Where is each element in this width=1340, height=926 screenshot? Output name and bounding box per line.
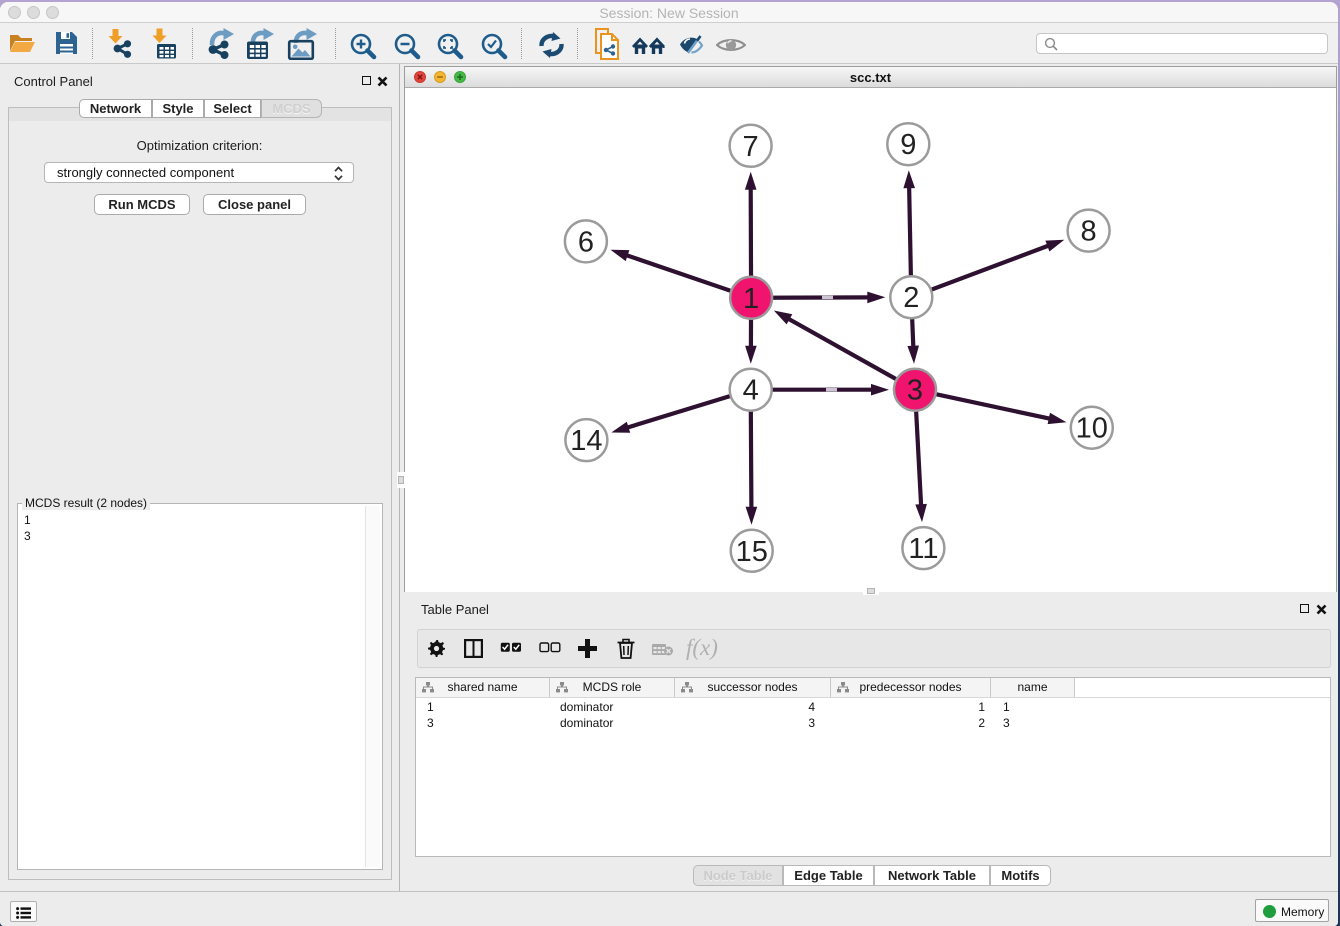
svg-text:4: 4 — [743, 375, 759, 407]
svg-text:1: 1 — [743, 283, 759, 315]
svg-text:2: 2 — [903, 282, 919, 314]
svg-text:11: 11 — [908, 533, 938, 565]
svg-text:6: 6 — [578, 226, 594, 258]
svg-text:10: 10 — [1076, 413, 1108, 445]
svg-text:14: 14 — [570, 425, 602, 457]
svg-text:8: 8 — [1081, 216, 1097, 248]
svg-text:7: 7 — [743, 131, 759, 163]
svg-text:15: 15 — [736, 536, 768, 568]
svg-text:9: 9 — [900, 129, 916, 161]
svg-text:3: 3 — [907, 375, 923, 407]
